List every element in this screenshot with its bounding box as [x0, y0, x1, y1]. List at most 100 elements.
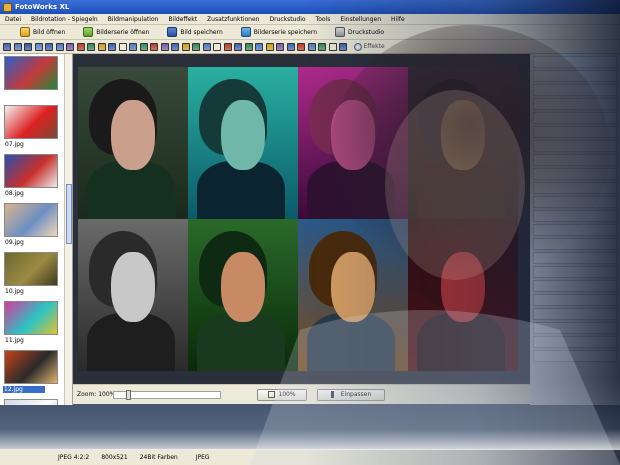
blur-icon[interactable]: [118, 42, 127, 51]
effect-list-item[interactable]: [533, 308, 617, 320]
saturation-icon[interactable]: [276, 42, 284, 51]
window-title: FotoWorks XL: [15, 3, 70, 11]
print-studio-button[interactable]: Druckstudio: [335, 27, 384, 37]
effect-list-item[interactable]: [533, 126, 617, 138]
menu-bildmanipulation[interactable]: Bildmanipulation: [103, 16, 164, 23]
emboss-icon[interactable]: [307, 42, 316, 51]
red-eye-icon[interactable]: [76, 42, 85, 51]
effect-list-item[interactable]: [533, 168, 617, 180]
thumbnail-scrollbar[interactable]: [64, 54, 72, 405]
levels-icon[interactable]: [255, 42, 263, 51]
grayscale-icon[interactable]: [139, 42, 148, 51]
effect-list-item[interactable]: [533, 224, 617, 236]
undo-icon[interactable]: [328, 42, 337, 51]
thumbnail-label: 09.jpg: [5, 239, 24, 246]
save-image-button[interactable]: Bild speichern: [167, 27, 223, 37]
thumbnail-item[interactable]: 09.jpg: [0, 199, 64, 248]
effect-list-item[interactable]: [533, 210, 617, 222]
zoom-out-icon[interactable]: [55, 42, 64, 51]
mask-icon[interactable]: [192, 42, 200, 51]
effect-list-item[interactable]: [533, 182, 617, 194]
crop-icon[interactable]: [66, 42, 74, 51]
zoom-slider[interactable]: [113, 389, 221, 400]
effect-list-item[interactable]: [533, 350, 617, 362]
menu-tools[interactable]: Tools: [311, 16, 336, 23]
photo-tile: [78, 67, 188, 219]
menu-bildeffekt[interactable]: Bildeffekt: [163, 16, 202, 23]
effect-list-item[interactable]: [533, 98, 617, 110]
portrait-face: [441, 252, 485, 323]
menu-hilfe[interactable]: Hilfe: [386, 16, 410, 23]
thumbnail-item[interactable]: 12.jpg: [0, 346, 64, 395]
histogram-icon[interactable]: [244, 42, 253, 51]
border-icon[interactable]: [213, 42, 221, 51]
effect-list-item[interactable]: [533, 294, 617, 306]
negative-icon[interactable]: [160, 42, 169, 51]
effect-list-item[interactable]: [533, 112, 617, 124]
flip-vertical-icon[interactable]: [34, 42, 43, 51]
contrast-icon[interactable]: [97, 42, 106, 51]
effect-list-item[interactable]: [533, 238, 617, 250]
effect-list-item[interactable]: [533, 70, 617, 82]
sharpen-icon[interactable]: [108, 42, 116, 51]
effect-list-item[interactable]: [533, 266, 617, 278]
thumbnail-image: [4, 105, 58, 139]
effect-list-item[interactable]: [533, 56, 617, 68]
clone-icon[interactable]: [234, 42, 242, 51]
zoom-slider-knob[interactable]: [126, 389, 131, 400]
main-image[interactable]: [78, 67, 518, 371]
menu-bildrotation[interactable]: Bildrotation - Spiegeln: [26, 16, 103, 23]
thumbnail-label: 08.jpg: [5, 190, 24, 197]
thumbnail-item[interactable]: 10.jpg: [0, 248, 64, 297]
effects-button[interactable]: Effekte: [353, 42, 385, 51]
sepia-icon[interactable]: [150, 42, 158, 51]
portrait-face: [331, 252, 375, 323]
effect-list-item[interactable]: [533, 154, 617, 166]
fit-window-button[interactable]: Einpassen: [317, 388, 385, 401]
effect-list-item[interactable]: [533, 322, 617, 334]
gamma-icon[interactable]: [265, 42, 274, 51]
scrollbar-thumb[interactable]: [66, 184, 72, 244]
print-studio-label: Druckstudio: [348, 28, 385, 36]
thumbnail-item[interactable]: 07.jpg: [0, 101, 64, 150]
menu-einstellungen[interactable]: Einstellungen: [335, 16, 386, 23]
color-icon[interactable]: [129, 42, 137, 51]
effect-list-item[interactable]: [533, 196, 617, 208]
thumbnail-item[interactable]: 11.jpg: [0, 297, 64, 346]
brightness-icon[interactable]: [87, 42, 95, 51]
save-series-button[interactable]: Bilderserie speichern: [240, 27, 317, 37]
effects-panel: [530, 54, 620, 405]
rotate-right-icon[interactable]: [13, 42, 22, 51]
zoom-in-icon[interactable]: [45, 42, 53, 51]
noise-icon[interactable]: [297, 42, 305, 51]
photo-tile: [298, 67, 408, 219]
effect-list-item[interactable]: [533, 336, 617, 348]
menu-bar: Datei Bildrotation - Spiegeln Bildmanipu…: [0, 14, 620, 25]
thumbnail-item[interactable]: [0, 54, 64, 101]
zoom-100-button[interactable]: 100%: [257, 388, 307, 401]
open-image-button[interactable]: Bild öffnen: [20, 27, 65, 37]
thumbnail-item[interactable]: 08.jpg: [0, 150, 64, 199]
effect-list-item[interactable]: [533, 140, 617, 152]
flip-horizontal-icon[interactable]: [24, 42, 32, 51]
mosaic-icon[interactable]: [318, 42, 326, 51]
zoom-label: Zoom: 100%: [77, 391, 116, 398]
effect-list-item[interactable]: [533, 252, 617, 264]
text-icon[interactable]: [171, 42, 179, 51]
open-series-icon: [83, 27, 94, 37]
menu-zusatzfunktionen[interactable]: Zusatzfunktionen: [202, 16, 264, 23]
rotate-left-icon[interactable]: [3, 42, 11, 51]
thumbnail-label: 12.jpg: [3, 386, 45, 393]
frame-icon[interactable]: [181, 42, 190, 51]
menu-druckstudio[interactable]: Druckstudio: [264, 16, 310, 23]
redo-icon[interactable]: [339, 42, 347, 51]
effect-list-item[interactable]: [533, 280, 617, 292]
thumbnail-item[interactable]: 13.jpg: [0, 395, 64, 405]
draw-icon[interactable]: [223, 42, 232, 51]
resize-icon[interactable]: [202, 42, 211, 51]
effects-label: Effekte: [363, 43, 385, 50]
effect-list-item[interactable]: [533, 84, 617, 96]
menu-datei[interactable]: Datei: [0, 16, 26, 23]
open-series-button[interactable]: Bilderserie öffnen: [83, 27, 149, 37]
hue-icon[interactable]: [286, 42, 295, 51]
